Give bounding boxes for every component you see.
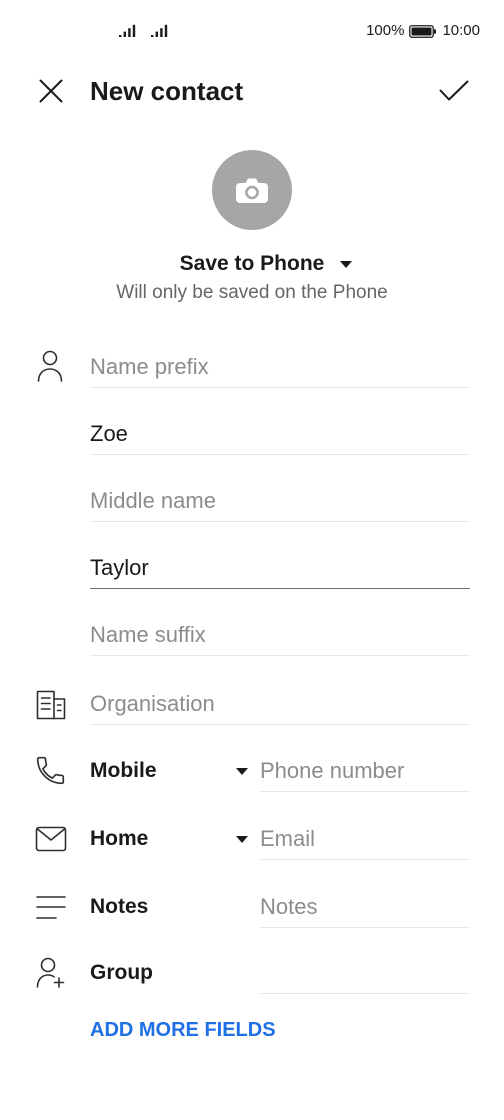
phone-type-selector[interactable]: Mobile (90, 750, 252, 792)
account-selector[interactable]: Save to Phone (179, 251, 353, 277)
organisation-input[interactable] (90, 683, 470, 725)
phone-number-input[interactable] (260, 750, 470, 792)
add-more-fields-button[interactable]: ADD MORE FIELDS (90, 1018, 276, 1042)
name-prefix-input[interactable] (90, 346, 470, 388)
account-note: Will only be saved on the Phone (116, 282, 388, 303)
signal-bar (160, 28, 163, 37)
close-icon[interactable] (39, 79, 63, 103)
save-check-icon[interactable] (439, 80, 469, 102)
phone-icon (36, 756, 65, 785)
person-icon (37, 350, 63, 382)
account-row: Save to Phone (0, 251, 504, 277)
sim2-signal-icon (151, 24, 168, 37)
notes-label: Notes (90, 895, 149, 918)
mail-icon (35, 826, 67, 852)
signal-bar (119, 35, 122, 37)
camera-icon (236, 178, 268, 203)
signal-bar (128, 28, 131, 37)
group-selector[interactable] (260, 952, 470, 994)
contact-photo-button[interactable] (212, 150, 292, 230)
organisation-icon (36, 690, 66, 720)
group-add-icon (36, 957, 65, 988)
caret-down-icon (236, 767, 248, 775)
notes-input[interactable] (260, 886, 470, 928)
email-type-label: Home (90, 827, 149, 850)
email-input[interactable] (260, 818, 470, 860)
battery-icon (409, 24, 437, 38)
clock: 10:00 (442, 22, 480, 39)
sim1-signal-icon (119, 24, 136, 37)
email-type-selector[interactable]: Home (90, 818, 252, 860)
signal-bar (151, 35, 154, 37)
signal-bar (123, 31, 126, 37)
name-suffix-input[interactable] (90, 614, 470, 656)
signal-bar (132, 24, 136, 37)
notes-icon (36, 896, 66, 919)
battery-fill (411, 27, 432, 35)
signal-bar (164, 24, 168, 37)
caret-down-icon (236, 835, 248, 843)
signal-bar (155, 31, 158, 37)
status-right-group: 100% 10:00 (366, 22, 480, 40)
phone-type-label: Mobile (90, 759, 157, 782)
last-name-input[interactable] (90, 547, 470, 589)
middle-name-input[interactable] (90, 480, 470, 522)
battery-terminal (434, 28, 437, 34)
new-contact-screen: 100% 10:00 New contact Save to Phone Wil… (0, 0, 504, 1120)
account-label: Save to Phone (179, 252, 325, 275)
caret-down-icon (340, 260, 353, 268)
first-name-input[interactable] (90, 413, 470, 455)
battery-percent: 100% (366, 22, 405, 39)
group-label: Group (90, 961, 153, 984)
page-title: New contact (90, 76, 244, 106)
